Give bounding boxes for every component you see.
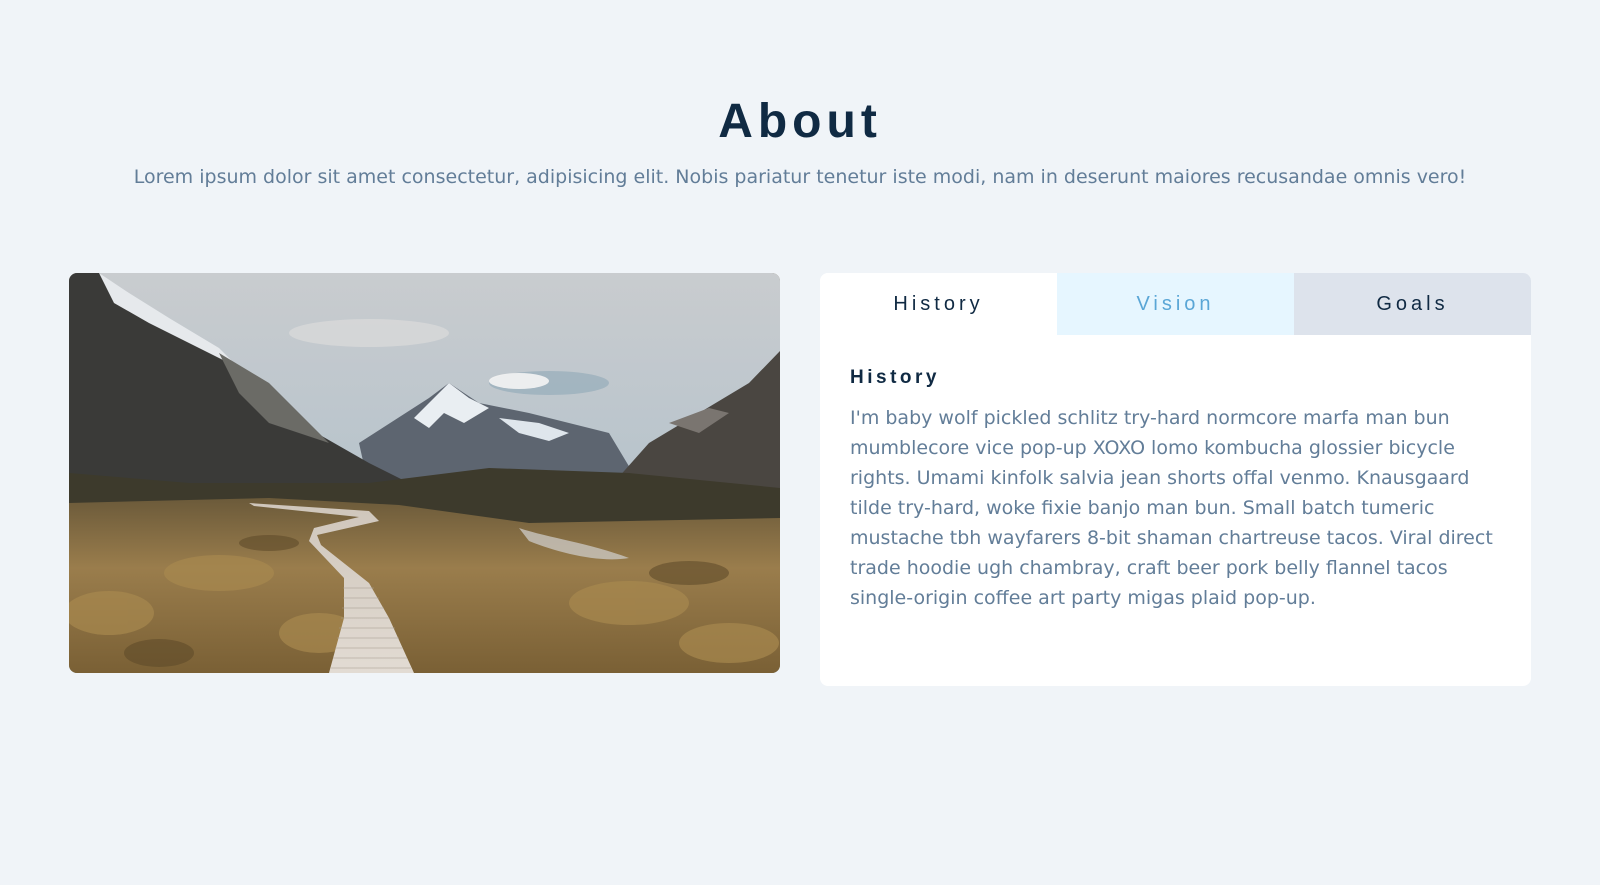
tab-vision[interactable]: Vision (1057, 273, 1294, 335)
content-text: I'm baby wolf pickled schlitz try-hard n… (850, 407, 1493, 609)
page: About Lorem ipsum dolor sit amet consect… (0, 0, 1600, 885)
tab-content: History I'm baby wolf pickled schlitz tr… (820, 335, 1531, 613)
content-heading: History (850, 367, 940, 388)
mountain-boardwalk-photo (69, 273, 780, 673)
tab-history[interactable]: History (820, 273, 1057, 335)
section-title: About (718, 95, 882, 148)
tab-bar: History Vision Goals (820, 273, 1531, 335)
section-subtitle: Lorem ipsum dolor sit amet consectetur, … (133, 166, 1467, 188)
tab-goals[interactable]: Goals (1294, 273, 1531, 335)
info-card: History Vision Goals History I'm baby wo… (820, 273, 1531, 686)
landscape-image (69, 273, 780, 673)
